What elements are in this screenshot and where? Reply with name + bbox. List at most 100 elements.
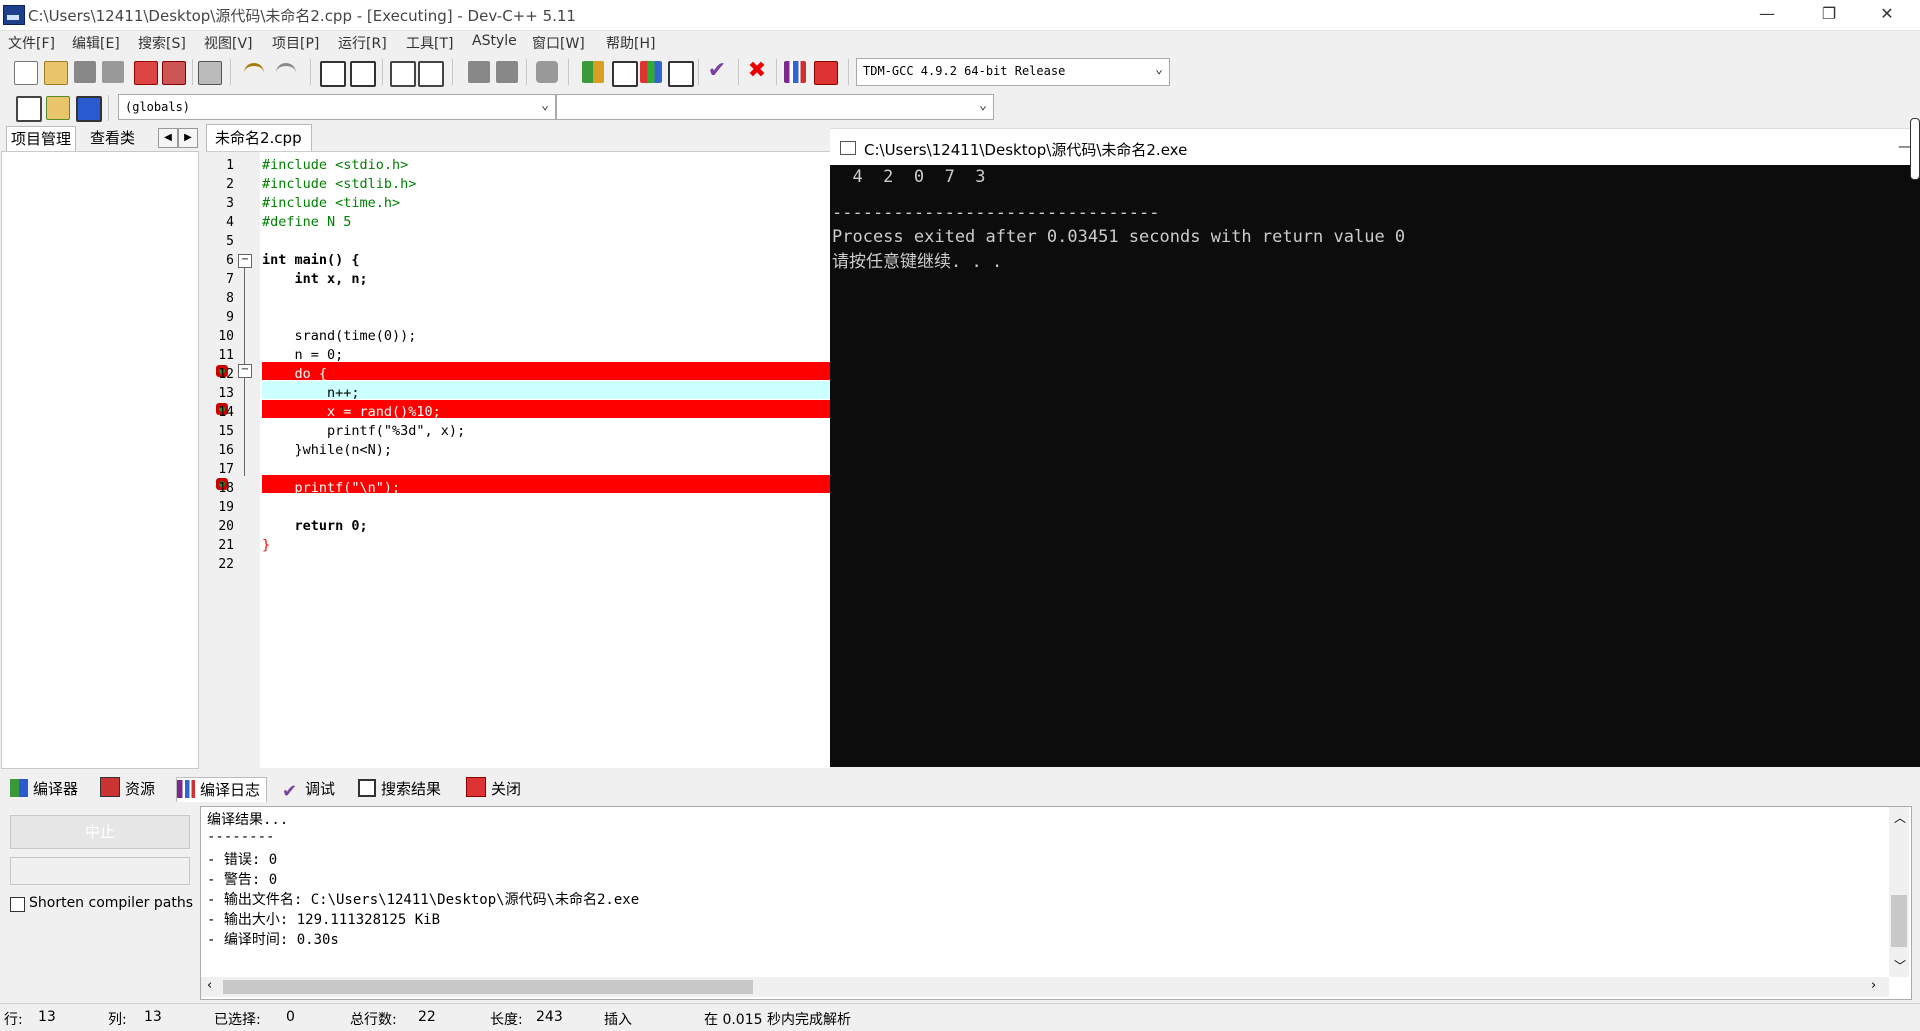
scroll-right-icon[interactable]: ›	[1871, 978, 1876, 993]
menu-edit[interactable]: 编辑[E]	[72, 33, 120, 53]
code-line: int main() {	[262, 252, 360, 268]
status-lines: 22	[418, 1009, 436, 1025]
replace-icon[interactable]	[350, 61, 376, 87]
fold-toggle-icon[interactable]: −	[238, 364, 252, 378]
menu-run[interactable]: 运行[R]	[338, 33, 387, 53]
log-controls: 中止 Shorten compiler paths	[0, 805, 198, 1001]
bottom-panel-tabs: 编译器 资源 编译日志 ✔ 调试 搜索结果 关闭	[0, 775, 1920, 803]
goto-icon[interactable]	[46, 96, 70, 120]
code-editor[interactable]: − − 1 #include <stdio.h> 2 #include <std…	[206, 151, 830, 768]
redo-icon[interactable]	[276, 63, 296, 82]
tab-project[interactable]: 项目管理	[6, 126, 77, 151]
log-line: - 输出文件名: C:\Users\12411\Desktop\源代码\未命名2…	[207, 892, 640, 908]
tab-debug[interactable]: ✔ 调试	[282, 777, 335, 801]
menu-window[interactable]: 窗口[W]	[532, 33, 585, 53]
scroll-thumb[interactable]	[223, 980, 753, 994]
status-lines-label: 总行数:	[350, 1012, 397, 1028]
tab-resources-label: 资源	[125, 780, 156, 798]
profile-icon[interactable]	[784, 61, 806, 83]
scroll-down-icon[interactable]: ﹀	[1894, 957, 1906, 974]
scroll-left-icon[interactable]: ◀	[158, 128, 178, 148]
tab-close[interactable]: 关闭	[466, 777, 521, 801]
tab-compile-log[interactable]: 编译日志	[176, 777, 268, 802]
separator	[568, 59, 569, 85]
compiler-select-value: TDM-GCC 4.9.2 64-bit Release	[863, 64, 1066, 78]
console-title-bar[interactable]: C:\Users\12411\Desktop\源代码\未命名2.exe —	[830, 128, 1920, 166]
separator	[526, 59, 527, 85]
status-length: 243	[536, 1009, 563, 1025]
close-button[interactable]: ✕	[1864, 0, 1910, 30]
run-icon[interactable]	[612, 61, 638, 87]
menu-astyle[interactable]: AStyle	[472, 33, 517, 49]
fold-line	[244, 378, 245, 476]
code-line: return 0;	[262, 518, 368, 534]
log-horizontal-scrollbar[interactable]: ‹ ›	[201, 977, 1889, 997]
status-parse-time: 在 0.015 秒内完成解析	[704, 1012, 851, 1028]
rebuild-icon[interactable]	[668, 61, 694, 87]
status-row-label: 行:	[4, 1012, 23, 1028]
editor-tab[interactable]: 未命名2.cpp	[206, 124, 312, 151]
console-title: C:\Users\12411\Desktop\源代码\未命名2.exe	[864, 141, 1188, 159]
scroll-thumb[interactable]	[1891, 895, 1907, 947]
delete-profile-icon[interactable]	[814, 61, 838, 85]
project-tree[interactable]	[1, 151, 199, 769]
shorten-paths-checkbox[interactable]	[10, 897, 25, 912]
bookmark-prev-icon[interactable]	[468, 61, 490, 83]
menu-view[interactable]: 视图[V]	[204, 33, 253, 53]
save-icon[interactable]	[74, 61, 96, 83]
menu-tools[interactable]: 工具[T]	[406, 33, 453, 53]
menu-project[interactable]: 项目[P]	[272, 33, 319, 53]
line-number: 4	[226, 215, 234, 230]
status-row: 13	[38, 1009, 56, 1025]
tab-classes[interactable]: 查看类	[86, 126, 139, 150]
restore-button[interactable]: ❐	[1806, 0, 1852, 30]
separator	[192, 59, 193, 85]
close-all-icon[interactable]	[162, 61, 186, 85]
bookmark-next-icon[interactable]	[496, 61, 518, 83]
log-vertical-scrollbar[interactable]: ︿ ﹀	[1889, 807, 1909, 977]
console-scrollbar[interactable]	[1910, 118, 1920, 180]
compile-log-output[interactable]: 编译结果... -------- - 错误: 0 - 警告: 0 - 输出文件名…	[200, 806, 1912, 1000]
member-select[interactable]: ⌄	[556, 94, 994, 120]
fold-toggle-icon[interactable]: −	[238, 254, 252, 268]
menu-search[interactable]: 搜索[S]	[138, 33, 186, 53]
unindent-icon[interactable]	[418, 61, 444, 87]
status-col: 13	[144, 1009, 162, 1025]
print-icon[interactable]	[198, 61, 222, 85]
tab-resources[interactable]: 资源	[100, 777, 155, 801]
menu-file[interactable]: 文件[F]	[8, 33, 55, 53]
stop-button[interactable]: 中止	[10, 815, 190, 849]
find-icon[interactable]	[320, 61, 346, 87]
compiler-select[interactable]: TDM-GCC 4.9.2 64-bit Release ⌄	[856, 58, 1170, 86]
new-file-icon[interactable]	[14, 61, 38, 85]
stop-execution-icon[interactable]: ✖	[746, 60, 768, 83]
scroll-left-icon[interactable]: ‹	[207, 978, 212, 993]
indent-icon[interactable]	[390, 61, 416, 87]
tab-search-results-label: 搜索结果	[381, 780, 442, 798]
compiler-icon	[10, 779, 28, 797]
compile-run-icon[interactable]	[640, 61, 662, 83]
scroll-up-icon[interactable]: ︿	[1894, 809, 1906, 826]
scope-select[interactable]: (globals) ⌄	[118, 94, 556, 120]
status-selected-label: 已选择:	[214, 1012, 261, 1028]
menu-help[interactable]: 帮助[H]	[606, 33, 655, 53]
bookmark-icon[interactable]	[76, 96, 102, 122]
save-all-icon[interactable]	[102, 61, 124, 83]
tab-close-label: 关闭	[491, 780, 522, 798]
tab-compiler[interactable]: 编译器	[10, 777, 78, 801]
minimize-button[interactable]: —	[1744, 0, 1790, 30]
console-output[interactable]: 4 2 0 7 3 ------------------------------…	[830, 165, 1920, 767]
open-file-icon[interactable]	[44, 61, 68, 85]
syntax-check-icon[interactable]: ✔	[706, 60, 728, 83]
compile-icon[interactable]	[582, 61, 604, 83]
line-number: 11	[218, 348, 234, 363]
close-file-icon[interactable]	[134, 61, 158, 85]
scroll-right-icon[interactable]: ▶	[178, 128, 198, 148]
insert-icon[interactable]	[16, 96, 42, 122]
separator	[776, 59, 777, 85]
tab-search-results[interactable]: 搜索结果	[358, 777, 441, 801]
undo-icon[interactable]	[244, 63, 264, 82]
code-line: srand(time(0));	[262, 328, 417, 344]
toggle-comment-icon[interactable]	[536, 61, 558, 83]
log-line: --------	[207, 829, 275, 845]
